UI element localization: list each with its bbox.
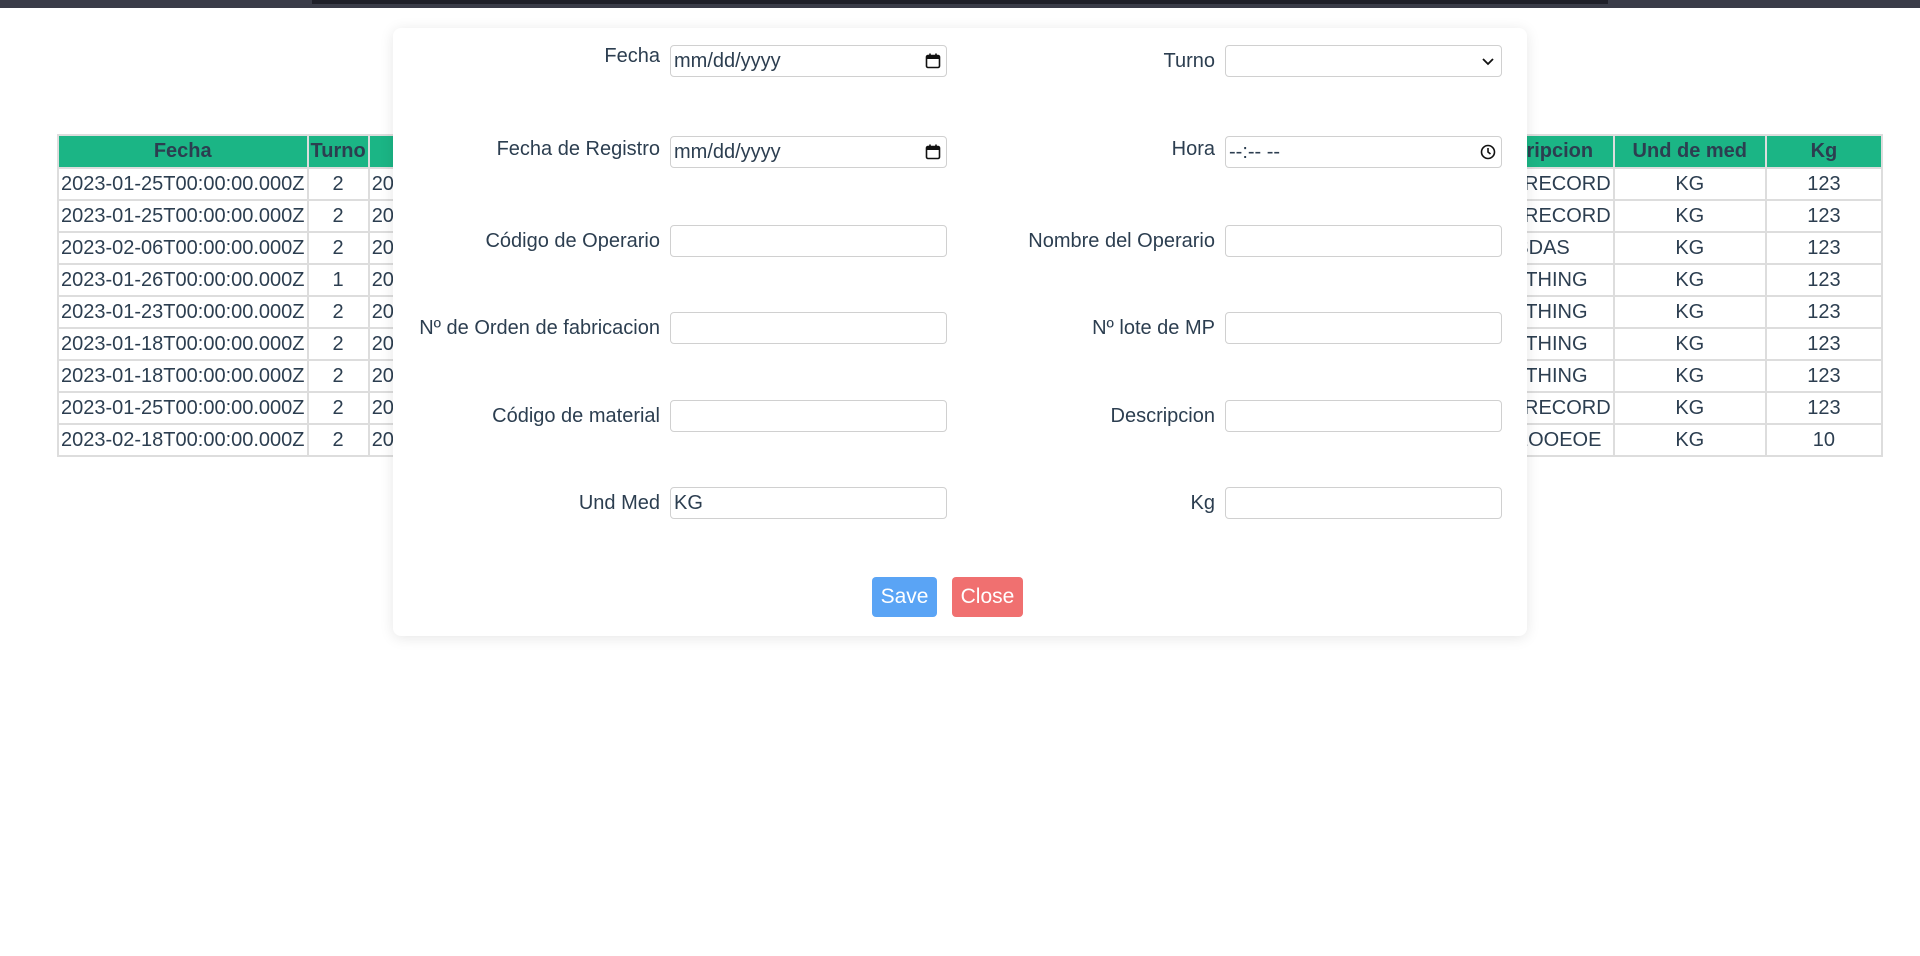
fecha-registro-label: Fecha de Registro <box>496 138 660 160</box>
col-header-turno[interactable]: Turno <box>306 134 370 169</box>
row-fecha-turno: Fecha mm/dd/yyyy Turno <box>393 43 1527 79</box>
orden-fabricacion-input[interactable] <box>670 312 947 344</box>
cell-turno: 2 <box>306 295 370 329</box>
cell-turno: 2 <box>306 423 370 457</box>
descripcion-input[interactable] <box>1225 400 1502 432</box>
cell-und-med: KG <box>1612 199 1767 233</box>
col-header-fecha[interactable]: Fecha <box>57 134 309 169</box>
und-med-input[interactable]: KG <box>670 487 947 519</box>
cell-und-med: KG <box>1612 327 1767 361</box>
nombre-operario-input[interactable] <box>1225 225 1502 257</box>
und-med-value: KG <box>674 492 703 514</box>
row-registro-hora: Fecha de Registro mm/dd/yyyy Hora --:-- … <box>393 134 1527 170</box>
codigo-operario-input[interactable] <box>670 225 947 257</box>
cell-turno: 2 <box>306 327 370 361</box>
calendar-icon[interactable] <box>925 53 941 69</box>
cell-und-med: KG <box>1612 359 1767 393</box>
row-operario: Código de Operario Nombre del Operario <box>393 223 1527 259</box>
cell-turno: 2 <box>306 199 370 233</box>
cell-fecha: 2023-01-26T00:00:00.000Z <box>57 263 309 297</box>
col-header-kg[interactable]: Kg <box>1764 134 1883 169</box>
calendar-icon[interactable] <box>925 144 941 160</box>
codigo-material-label: Código de material <box>492 405 660 427</box>
chevron-down-icon <box>1482 58 1494 66</box>
codigo-operario-label: Código de Operario <box>485 230 660 252</box>
col-header-und[interactable]: Und de med <box>1612 134 1767 169</box>
cell-turno: 1 <box>306 263 370 297</box>
row-orden-lote: Nº de Orden de fabricacion Nº lote de MP <box>393 310 1527 346</box>
fecha-registro-placeholder: mm/dd/yyyy <box>674 141 781 163</box>
hora-placeholder: --:-- -- <box>1229 141 1281 163</box>
cell-turno: 2 <box>306 167 370 201</box>
fecha-input[interactable]: mm/dd/yyyy <box>670 45 947 77</box>
cell-fecha: 2023-01-25T00:00:00.000Z <box>57 167 309 201</box>
cell-kg: 123 <box>1764 199 1883 233</box>
cell-fecha: 2023-01-18T00:00:00.000Z <box>57 359 309 393</box>
record-modal: Fecha mm/dd/yyyy Turno Fecha de Registro… <box>393 28 1527 636</box>
row-und-kg: Und Med KG Kg <box>393 485 1527 521</box>
cell-fecha: 2023-01-25T00:00:00.000Z <box>57 199 309 233</box>
cell-kg: 10 <box>1764 423 1883 457</box>
hora-label: Hora <box>1171 138 1215 160</box>
cell-fecha: 2023-01-18T00:00:00.000Z <box>57 327 309 361</box>
cell-fecha: 2023-02-06T00:00:00.000Z <box>57 231 309 265</box>
und-med-label: Und Med <box>578 492 660 514</box>
kg-input[interactable] <box>1225 487 1502 519</box>
cell-kg: 123 <box>1764 263 1883 297</box>
cell-turno: 2 <box>306 359 370 393</box>
cell-und-med: KG <box>1612 423 1767 457</box>
lote-mp-label: Nº lote de MP <box>1092 317 1215 339</box>
browser-top-strip <box>0 0 1920 8</box>
lote-mp-input[interactable] <box>1225 312 1502 344</box>
cell-und-med: KG <box>1612 295 1767 329</box>
orden-fabricacion-label: Nº de Orden de fabricacion <box>419 317 660 339</box>
cell-turno: 2 <box>306 391 370 425</box>
top-strip-inner <box>312 0 1608 4</box>
cell-fecha: 2023-01-23T00:00:00.000Z <box>57 295 309 329</box>
cell-kg: 123 <box>1764 391 1883 425</box>
save-button[interactable]: Save <box>872 577 937 617</box>
cell-und-med: KG <box>1612 391 1767 425</box>
close-button[interactable]: Close <box>952 577 1023 617</box>
cell-kg: 123 <box>1764 295 1883 329</box>
hora-input[interactable]: --:-- -- <box>1225 136 1502 168</box>
cell-und-med: KG <box>1612 167 1767 201</box>
cell-fecha: 2023-01-25T00:00:00.000Z <box>57 391 309 425</box>
cell-turno: 2 <box>306 231 370 265</box>
cell-und-med: KG <box>1612 263 1767 297</box>
nombre-operario-label: Nombre del Operario <box>1028 230 1215 252</box>
kg-label: Kg <box>1190 492 1215 514</box>
cell-und-med: KG <box>1612 231 1767 265</box>
fecha-label: Fecha <box>604 45 660 67</box>
row-material: Código de material Descripcion <box>393 398 1527 434</box>
descripcion-label: Descripcion <box>1110 405 1215 427</box>
fecha-placeholder: mm/dd/yyyy <box>674 50 781 72</box>
turno-select[interactable] <box>1225 45 1502 77</box>
turno-label: Turno <box>1163 50 1215 72</box>
fecha-registro-input[interactable]: mm/dd/yyyy <box>670 136 947 168</box>
cell-kg: 123 <box>1764 231 1883 265</box>
clock-icon[interactable] <box>1480 144 1496 160</box>
cell-kg: 123 <box>1764 359 1883 393</box>
cell-kg: 123 <box>1764 167 1883 201</box>
cell-fecha: 2023-02-18T00:00:00.000Z <box>57 423 309 457</box>
cell-kg: 123 <box>1764 327 1883 361</box>
codigo-material-input[interactable] <box>670 400 947 432</box>
